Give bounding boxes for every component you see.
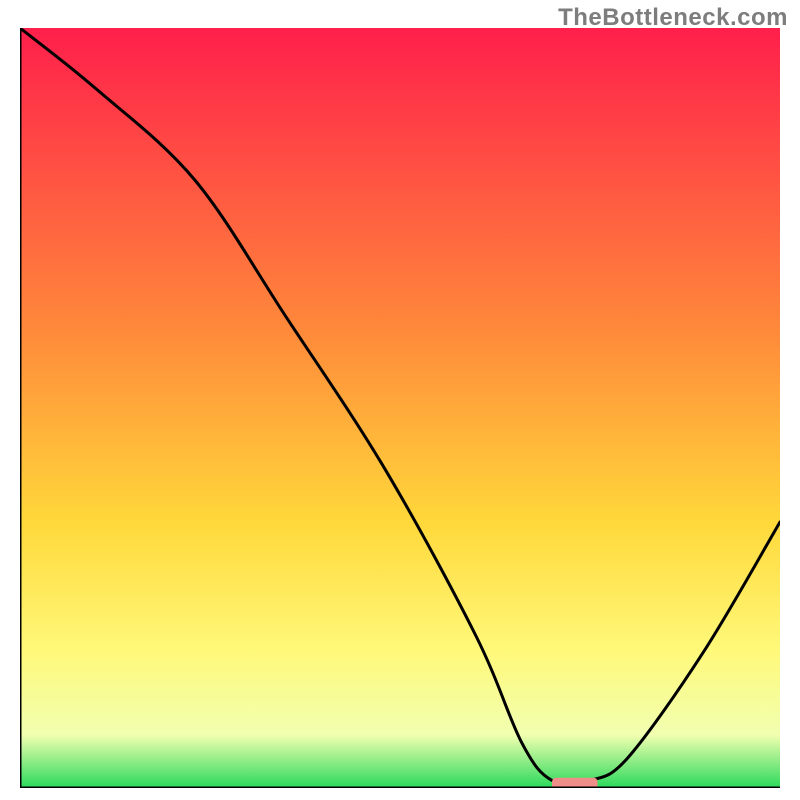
optimal-marker bbox=[552, 778, 598, 788]
gradient-background bbox=[20, 28, 780, 788]
bottleneck-chart bbox=[20, 28, 780, 788]
chart-container bbox=[20, 28, 780, 788]
